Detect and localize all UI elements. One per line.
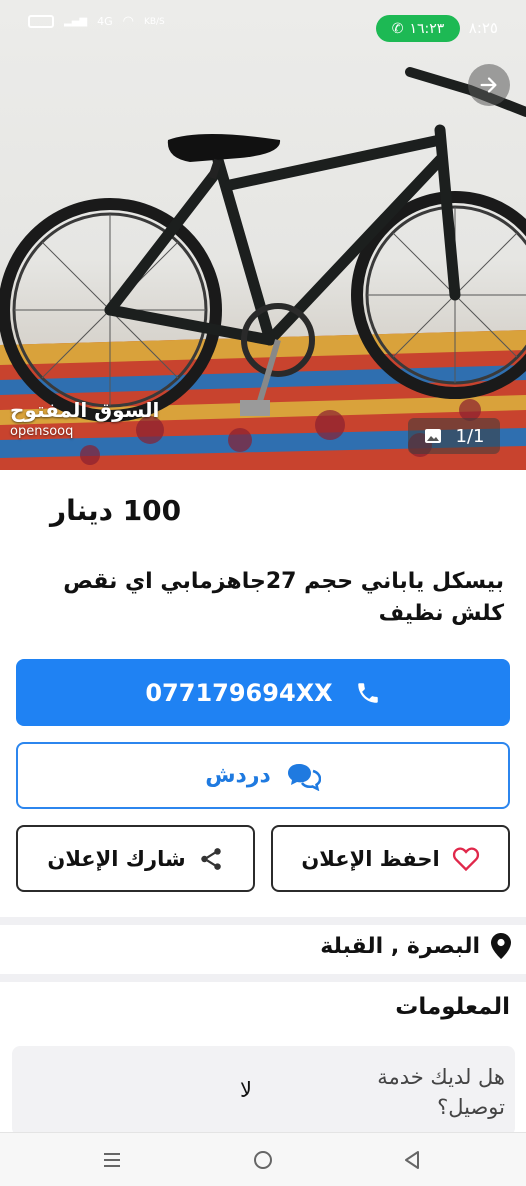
listing-title: بيسكل ياباني حجم 27جاهزمابي اي نقص كلش ن… bbox=[63, 569, 504, 626]
info-row-key: هل لديك خدمة توصيل؟ bbox=[377, 1065, 505, 1119]
share-label: شارك الإعلان bbox=[47, 846, 186, 871]
signal-icon: ▂▄▆ bbox=[64, 16, 88, 27]
recent-apps-button[interactable] bbox=[98, 1147, 126, 1173]
call-number: 077179694XX bbox=[145, 678, 333, 707]
save-ad-button[interactable]: احفظ الإعلان bbox=[271, 825, 510, 892]
opensooq-watermark: السوق المفتوح opensooq bbox=[10, 398, 159, 439]
section-divider bbox=[0, 917, 526, 925]
chat-button[interactable]: دردش bbox=[16, 742, 510, 809]
chat-label: دردش bbox=[205, 763, 271, 788]
phone-icon bbox=[357, 682, 378, 703]
share-ad-button[interactable]: شارك الإعلان bbox=[16, 825, 255, 892]
call-duration: ١٦:٢٣ bbox=[409, 20, 445, 37]
location-text: البصرة , القبلة bbox=[320, 933, 480, 959]
back-triangle-icon bbox=[405, 1151, 419, 1169]
listing-price: 100 دينار bbox=[50, 494, 182, 527]
location-pin-icon bbox=[491, 933, 511, 959]
save-label: احفظ الإعلان bbox=[301, 846, 440, 871]
home-circle-icon bbox=[254, 1151, 272, 1169]
section-divider bbox=[0, 974, 526, 982]
system-navigation-bar bbox=[0, 1132, 526, 1186]
listing-location[interactable]: البصرة , القبلة bbox=[320, 932, 512, 960]
share-arrow-icon bbox=[480, 77, 497, 93]
recents-icon bbox=[104, 1153, 120, 1167]
listing-photo[interactable]: ▂▄▆ 4G ◠ KB/S ✆ ١٦:٢٣ ٨:٢٥ السوق المفتوح… bbox=[0, 0, 526, 470]
info-section-title: المعلومات bbox=[395, 994, 510, 1020]
battery-icon bbox=[28, 15, 54, 28]
wifi-icon: ◠ bbox=[122, 14, 134, 29]
info-row: هل لديك خدمة توصيل؟ لا bbox=[12, 1046, 515, 1136]
call-button[interactable]: 077179694XX bbox=[16, 659, 510, 726]
back-button[interactable] bbox=[398, 1147, 426, 1173]
image-icon bbox=[424, 429, 441, 443]
chat-bubbles-icon bbox=[287, 763, 321, 791]
photo-counter-text: 1/1 bbox=[455, 425, 485, 447]
network-label: 4G bbox=[97, 15, 113, 28]
share-nodes-icon bbox=[200, 847, 221, 870]
home-button[interactable] bbox=[249, 1147, 277, 1173]
status-bar: ▂▄▆ 4G ◠ KB/S ✆ ١٦:٢٣ ٨:٢٥ bbox=[0, 0, 526, 56]
info-row-value: لا bbox=[240, 1078, 252, 1102]
watermark-arabic: السوق المفتوح bbox=[10, 398, 160, 422]
heart-outline-icon bbox=[452, 846, 479, 871]
ongoing-call-pill[interactable]: ✆ ١٦:٢٣ bbox=[376, 15, 460, 42]
share-arrow-button[interactable] bbox=[468, 64, 510, 106]
call-pill-phone-icon: ✆ bbox=[391, 20, 404, 37]
clock: ٨:٢٥ bbox=[468, 19, 498, 37]
watermark-english: opensooq bbox=[10, 424, 74, 439]
photo-counter: 1/1 bbox=[408, 418, 500, 454]
speed-label: KB/S bbox=[143, 16, 165, 27]
